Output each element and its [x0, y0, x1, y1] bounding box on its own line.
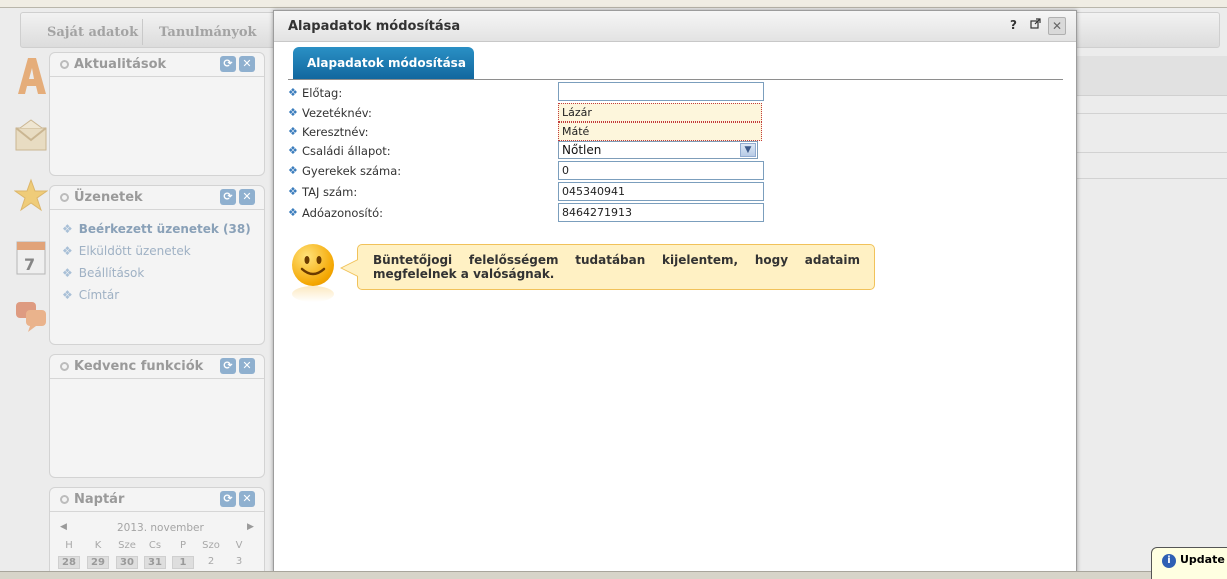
calendar-day[interactable]: 2 — [200, 556, 222, 567]
gyerekek-szama-field[interactable]: 0 — [558, 161, 764, 180]
calendar-day[interactable]: 3 — [228, 556, 250, 567]
tab-underline — [288, 79, 1063, 80]
field-label: Gyerekek száma: — [302, 164, 402, 178]
elotag-field[interactable] — [558, 82, 764, 101]
calendar-day[interactable]: 1 — [172, 556, 194, 569]
search-icon — [60, 362, 69, 371]
diamond-icon: ❖ — [288, 144, 298, 157]
select-value: Nőtlen — [562, 143, 602, 157]
calendar-day[interactable]: 28 — [58, 556, 80, 569]
declaration-text: Büntetőjogi felelősségem tudatában kijel… — [373, 253, 860, 281]
browser-top-strip — [0, 0, 1227, 8]
declaration-bubble: Büntetőjogi felelősségem tudatában kijel… — [357, 244, 875, 290]
divider — [1077, 178, 1227, 179]
next-month-icon[interactable]: ▶ — [247, 522, 254, 532]
update-notification[interactable]: i Update — [1151, 547, 1227, 579]
close-icon[interactable]: ✕ — [239, 358, 255, 374]
divider — [1077, 113, 1227, 114]
box-title: Naptár — [74, 492, 125, 507]
box-title: Üzenetek — [74, 190, 143, 205]
adoazonosito-field[interactable]: 8464271913 — [558, 203, 764, 222]
tab-tanulmanyok[interactable]: Tanulmányok — [159, 25, 257, 40]
calendar-icon[interactable]: 7 — [14, 238, 48, 275]
field-label: Vezetéknév: — [302, 106, 372, 120]
field-label: Családi állapot: — [302, 144, 391, 158]
star-icon[interactable] — [13, 178, 49, 214]
browser-status-bar — [0, 571, 1227, 579]
chevron-down-icon[interactable]: ▼ — [740, 143, 756, 157]
box-title: Kedvenc funkciók — [74, 359, 204, 374]
uzenetek-box: Üzenetek ⟳ ✕ ❖ Beérkezett üzenetek (38) ❖… — [49, 185, 265, 345]
refresh-icon[interactable]: ⟳ — [220, 56, 236, 72]
diamond-icon: ❖ — [288, 86, 298, 99]
kedvenc-funkciok-box: Kedvenc funkciók ⟳ ✕ — [49, 354, 265, 478]
calendar-day[interactable]: 29 — [87, 556, 109, 569]
calendar-icon-number: 7 — [24, 255, 35, 274]
alapadatok-dialog: Alapadatok módosítása ? ✕ Alapadatok mód… — [273, 10, 1077, 573]
list-item-beallitasok[interactable]: ❖ Beállítások — [62, 266, 144, 280]
diamond-icon: ❖ — [288, 185, 298, 198]
close-icon[interactable]: ✕ — [1048, 17, 1066, 35]
list-item-beerkezett[interactable]: ❖ Beérkezett üzenetek (38) — [62, 222, 251, 236]
box-header: Aktualitások ⟳ ✕ — [50, 53, 264, 77]
calendar-days: 28 29 30 31 1 2 3 — [58, 556, 258, 570]
box-header: Naptár ⟳ ✕ — [50, 488, 264, 512]
diamond-icon: ❖ — [288, 164, 298, 177]
envelope-icon[interactable] — [14, 118, 48, 154]
right-panel-header — [1077, 56, 1227, 96]
smiley-icon — [292, 244, 334, 286]
box-header: Üzenetek ⟳ ✕ — [50, 186, 264, 210]
list-item-cimtar[interactable]: ❖ Címtár — [62, 288, 119, 302]
calendar-month: 2013. november — [117, 522, 204, 534]
refresh-icon[interactable]: ⟳ — [220, 491, 236, 507]
search-icon — [60, 495, 69, 504]
tab-alapadatok[interactable]: Alapadatok módosítása — [293, 47, 474, 79]
dialog-title-bar: Alapadatok módosítása ? ✕ — [274, 11, 1076, 42]
diamond-icon: ❖ — [288, 106, 298, 119]
refresh-icon[interactable]: ⟳ — [220, 189, 236, 205]
field-label: Adóazonosító: — [302, 206, 384, 220]
list-item-elkuldott[interactable]: ❖ Elküldött üzenetek — [62, 244, 191, 258]
taj-szam-field[interactable]: 045340941 — [558, 182, 764, 201]
vezeteknev-field[interactable]: Lázár — [558, 103, 762, 122]
close-icon[interactable]: ✕ — [239, 189, 255, 205]
update-text: Update — [1180, 553, 1225, 566]
tab-separator — [142, 19, 143, 45]
close-icon[interactable]: ✕ — [239, 491, 255, 507]
tab-sajat-adatok[interactable]: Saját adatok — [47, 25, 138, 40]
help-icon[interactable]: ? — [1010, 18, 1017, 32]
calendar-day[interactable]: 30 — [116, 556, 138, 569]
aktualitasok-box: Aktualitások ⟳ ✕ — [49, 52, 265, 176]
calendar-day[interactable]: 31 — [144, 556, 166, 569]
prev-month-icon[interactable]: ◀ — [60, 522, 67, 532]
divider — [1077, 152, 1227, 153]
popout-icon[interactable] — [1030, 18, 1041, 32]
refresh-icon[interactable]: ⟳ — [220, 358, 236, 374]
chat-icon[interactable] — [14, 298, 48, 334]
search-icon — [60, 193, 69, 202]
field-label: Keresztnév: — [302, 125, 369, 139]
field-label: TAJ szám: — [302, 185, 358, 199]
box-title: Aktualitások — [74, 57, 167, 72]
smiley-reflection — [292, 286, 334, 302]
field-label: Előtag: — [302, 86, 343, 100]
keresztnev-field[interactable]: Máté — [558, 122, 762, 141]
diamond-icon: ❖ — [288, 206, 298, 219]
search-icon — [60, 60, 69, 69]
bubble-tip-inner — [342, 260, 358, 276]
diamond-icon: ❖ — [288, 125, 298, 138]
calendar-weekdays: H K Sze Cs P Szo V — [65, 540, 243, 551]
box-header: Kedvenc funkciók ⟳ ✕ — [50, 355, 264, 379]
letter-a-icon[interactable] — [14, 56, 48, 94]
csaladi-allapot-select[interactable]: Nőtlen ▼ — [558, 141, 758, 159]
info-icon: i — [1162, 554, 1176, 568]
close-icon[interactable]: ✕ — [239, 56, 255, 72]
dialog-title: Alapadatok módosítása — [288, 19, 461, 34]
naptar-box: Naptár ⟳ ✕ ◀ 2013. november ▶ H K Sze Cs… — [49, 487, 265, 577]
